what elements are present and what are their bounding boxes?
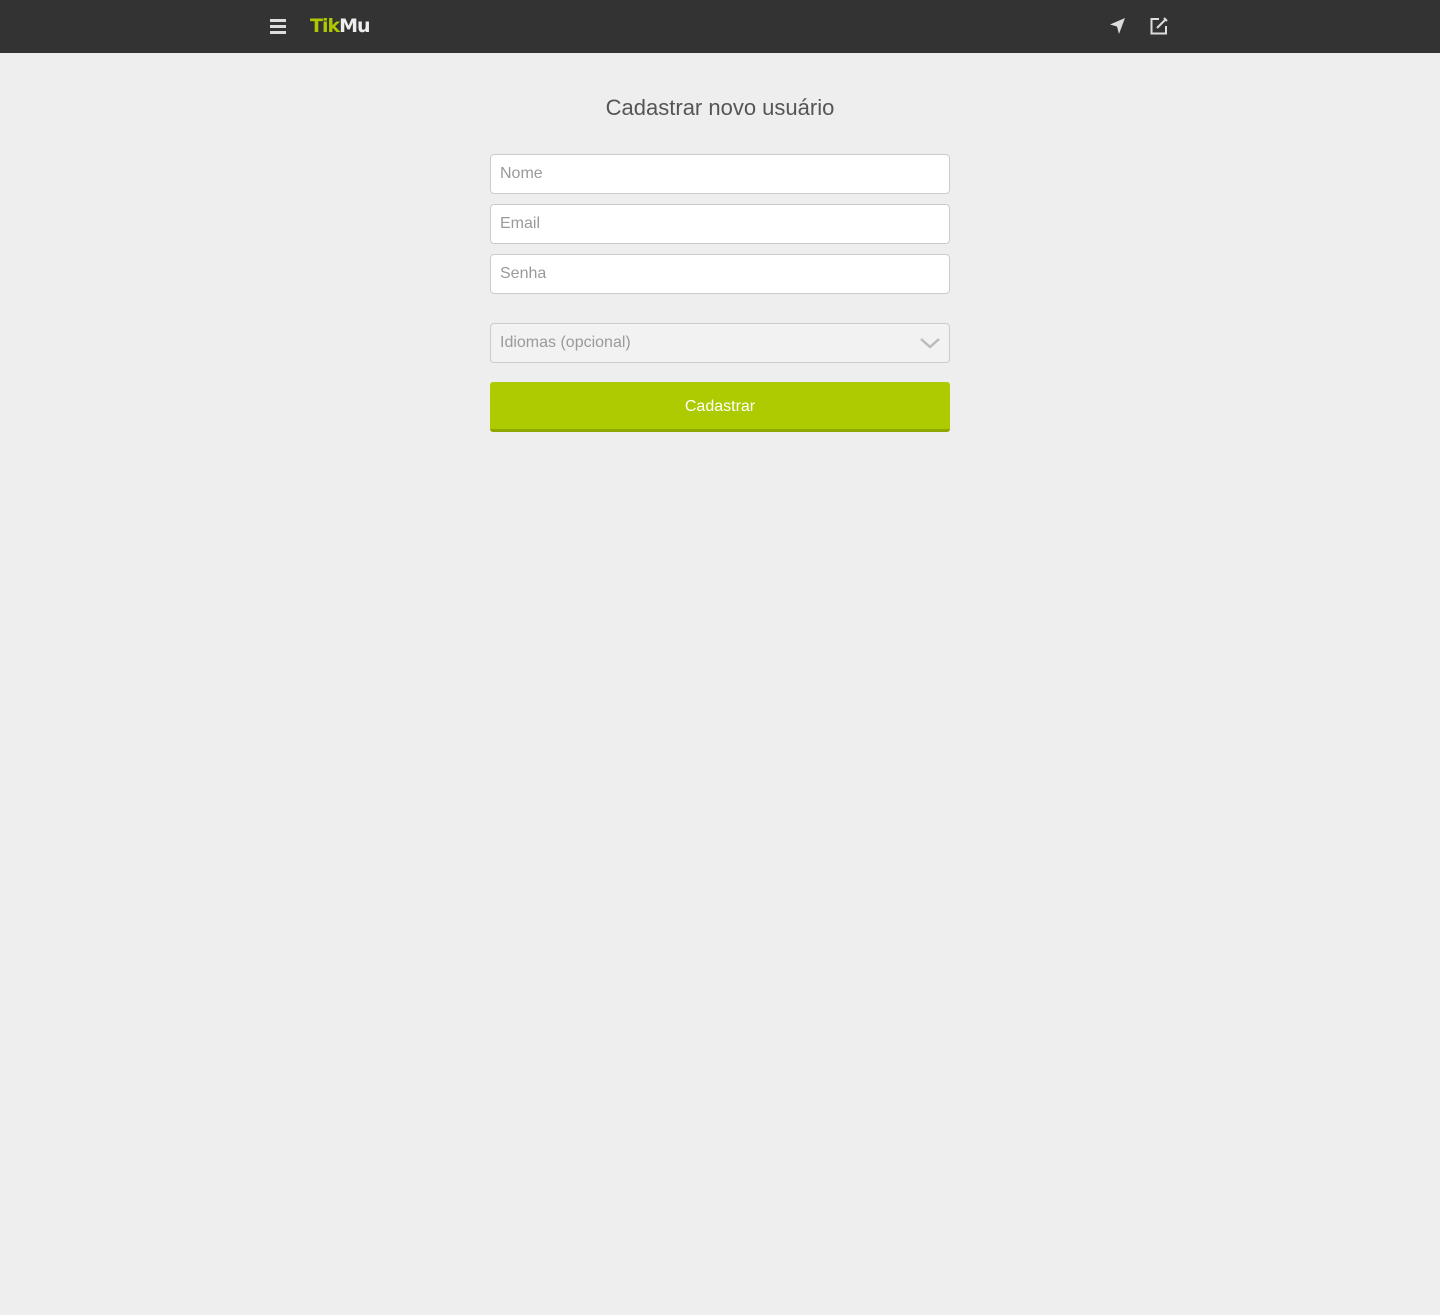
chevron-down-icon xyxy=(919,336,941,350)
edit-compose-icon[interactable] xyxy=(1148,15,1170,37)
top-navigation-bar: TikMu xyxy=(0,0,1440,53)
logo-part-1: Tik xyxy=(310,15,340,37)
location-arrow-icon[interactable] xyxy=(1107,15,1129,37)
hamburger-menu-icon[interactable] xyxy=(266,14,290,38)
page-title: Cadastrar novo usuário xyxy=(605,95,835,120)
tikmu-logo[interactable]: TikMu xyxy=(310,13,371,39)
register-button[interactable]: Cadastrar xyxy=(490,382,950,432)
logo-part-2: Mu xyxy=(339,15,370,37)
languages-select[interactable]: Idiomas (opcional) xyxy=(490,323,950,363)
email-input[interactable] xyxy=(490,204,950,244)
password-input[interactable] xyxy=(490,254,950,294)
languages-select-placeholder: Idiomas (opcional) xyxy=(500,334,631,351)
name-input[interactable] xyxy=(490,154,950,194)
